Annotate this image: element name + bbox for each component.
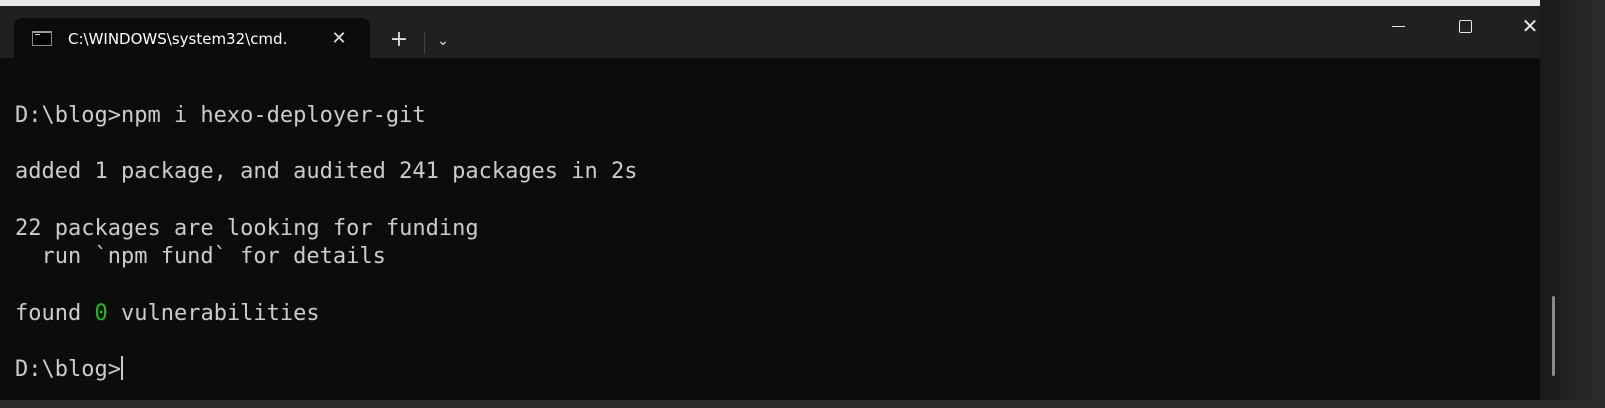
terminal-line: run `npm fund` for details xyxy=(15,244,386,269)
scrollbar-thumb[interactable] xyxy=(1552,296,1555,376)
prompt-text: D:\blog> xyxy=(15,357,121,382)
terminal-line: D:\blog>npm i hexo-deployer-git xyxy=(15,103,426,128)
new-tab-button[interactable]: + xyxy=(385,26,413,54)
terminal-line: 22 packages are looking for funding xyxy=(15,216,479,241)
maximize-icon xyxy=(1458,20,1472,33)
text-cursor xyxy=(120,356,123,380)
tab-title: C:\WINDOWS\system32\cmd. xyxy=(68,30,288,48)
tab-cmd[interactable]: C:\WINDOWS\system32\cmd. ✕ xyxy=(14,18,370,60)
window-edge xyxy=(1540,0,1605,408)
found-suffix: vulnerabilities xyxy=(107,301,320,326)
chevron-down-icon[interactable]: ⌄ xyxy=(430,28,456,54)
terminal-prompt[interactable]: D:\blog> xyxy=(15,356,123,384)
minimize-button[interactable] xyxy=(1366,6,1430,46)
bottom-strip xyxy=(0,400,1605,408)
cmd-icon xyxy=(32,31,52,46)
minimize-icon xyxy=(1391,25,1405,28)
terminal-output[interactable]: D:\blog>npm i hexo-deployer-git added 1 … xyxy=(0,58,1560,400)
tab-close-icon[interactable]: ✕ xyxy=(326,26,352,52)
terminal-window: C:\WINDOWS\system32\cmd. ✕ + ⌄ ✕ D:\blog… xyxy=(0,0,1605,408)
terminal-line: added 1 package, and audited 241 package… xyxy=(15,159,638,184)
found-prefix: found xyxy=(15,301,95,326)
vulnerability-count: 0 xyxy=(94,301,108,326)
terminal-line-found: found 0 vulnerabilities xyxy=(15,300,320,328)
maximize-button[interactable] xyxy=(1433,6,1497,46)
tab-divider xyxy=(424,32,425,54)
title-bar[interactable]: C:\WINDOWS\system32\cmd. ✕ + ⌄ xyxy=(0,6,1605,60)
